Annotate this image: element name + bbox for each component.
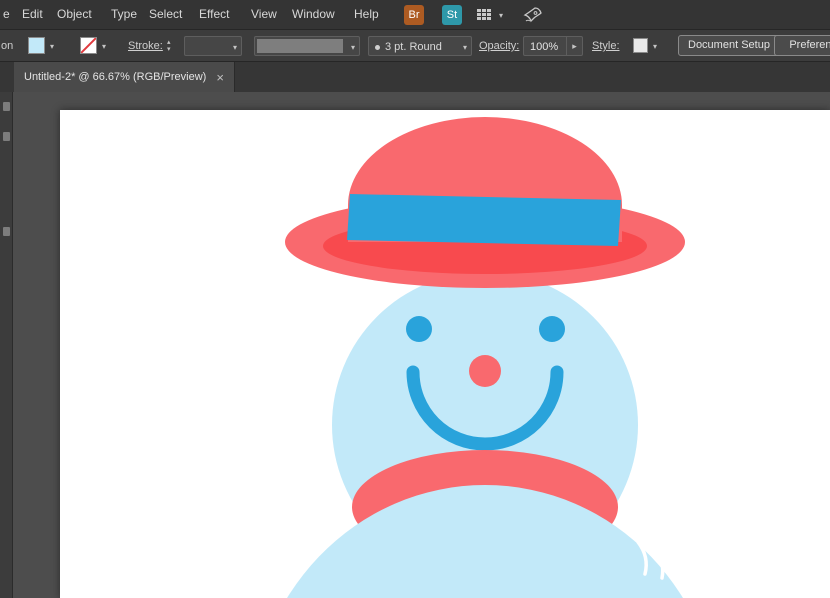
fill-color-swatch[interactable] [28, 37, 45, 54]
tool-icon-fragment[interactable] [3, 227, 10, 236]
stroke-weight-dropdown[interactable]: ▾ [184, 36, 242, 56]
document-setup-button[interactable]: Document Setup [678, 35, 780, 56]
menu-bar: e Edit Object Type Select Effect View Wi… [0, 0, 830, 30]
brush-definition-dropdown[interactable]: ▾ [254, 36, 360, 56]
menu-item-window[interactable]: Window [292, 0, 335, 29]
snowman-right-eye[interactable] [539, 316, 565, 342]
menu-item-view[interactable]: View [251, 0, 277, 29]
document-tab[interactable]: Untitled-2* @ 66.67% (RGB/Preview) × [14, 62, 235, 92]
rocket-icon[interactable] [522, 5, 544, 25]
tool-icon-fragment[interactable] [3, 132, 10, 141]
bridge-badge[interactable]: Br [404, 5, 424, 25]
chevron-down-icon: ▾ [462, 43, 467, 52]
snowman-left-eye[interactable] [406, 316, 432, 342]
none-slash-icon [80, 37, 97, 54]
clipped-panel-label: on [1, 40, 14, 52]
snowman-body[interactable] [250, 485, 720, 598]
profile-value: 3 pt. Round [385, 41, 442, 53]
stepper-down-icon[interactable]: ▾ [167, 46, 171, 53]
stroke-chevron-down-icon[interactable]: ▾ [102, 43, 106, 51]
stroke-weight-stepper[interactable]: ▴ ▾ [167, 39, 171, 53]
menu-item-type[interactable]: Type [111, 0, 137, 29]
stepper-up-icon[interactable]: ▴ [167, 39, 171, 46]
menu-item-object[interactable]: Object [57, 0, 92, 29]
artboard[interactable] [60, 110, 830, 598]
menu-item-file-clipped[interactable]: e [3, 0, 10, 29]
chevron-down-icon[interactable]: ▾ [499, 12, 503, 20]
control-bar: on ▾ ▾ Stroke: ▴ ▾ ▾ ▾ 3 pt. Round ▾ Opa… [0, 30, 830, 62]
stock-badge[interactable]: St [442, 5, 462, 25]
stroke-label[interactable]: Stroke: [128, 40, 163, 52]
snowman-artwork[interactable] [60, 110, 830, 598]
tab-title: Untitled-2* @ 66.67% (RGB/Preview) [24, 71, 207, 83]
tab-bar: Untitled-2* @ 66.67% (RGB/Preview) × [0, 62, 830, 92]
chevron-down-icon: ▾ [350, 43, 355, 52]
menu-item-edit[interactable]: Edit [22, 0, 43, 29]
style-chevron-down-icon[interactable]: ▾ [653, 43, 657, 51]
canvas-area [0, 92, 830, 598]
opacity-label[interactable]: Opacity: [479, 40, 519, 52]
brush-preview [257, 39, 343, 53]
stroke-color-swatch[interactable] [80, 37, 97, 54]
style-swatch[interactable] [633, 38, 648, 53]
menu-item-help[interactable]: Help [354, 0, 379, 29]
illustrator-window: e Edit Object Type Select Effect View Wi… [0, 0, 830, 598]
style-label[interactable]: Style: [592, 40, 620, 52]
menu-item-effect[interactable]: Effect [199, 0, 229, 29]
profile-dot-icon [375, 45, 380, 50]
opacity-input[interactable]: 100% ▸ [523, 36, 583, 56]
menu-item-select[interactable]: Select [149, 0, 182, 29]
tool-icon-fragment[interactable] [3, 102, 10, 111]
preferences-button[interactable]: Preferences [774, 35, 830, 56]
fill-chevron-down-icon[interactable]: ▾ [50, 43, 54, 51]
close-icon[interactable]: × [216, 71, 224, 84]
snowman-nose[interactable] [469, 355, 501, 387]
tools-panel-sliver[interactable] [0, 92, 13, 598]
hat-band[interactable] [347, 194, 621, 246]
opacity-value: 100% [530, 41, 559, 53]
workspace-grid-icon[interactable] [477, 9, 491, 20]
opacity-slider-arrow-icon[interactable]: ▸ [566, 37, 582, 55]
chevron-down-icon: ▾ [232, 43, 237, 52]
width-profile-dropdown[interactable]: 3 pt. Round ▾ [368, 36, 472, 56]
